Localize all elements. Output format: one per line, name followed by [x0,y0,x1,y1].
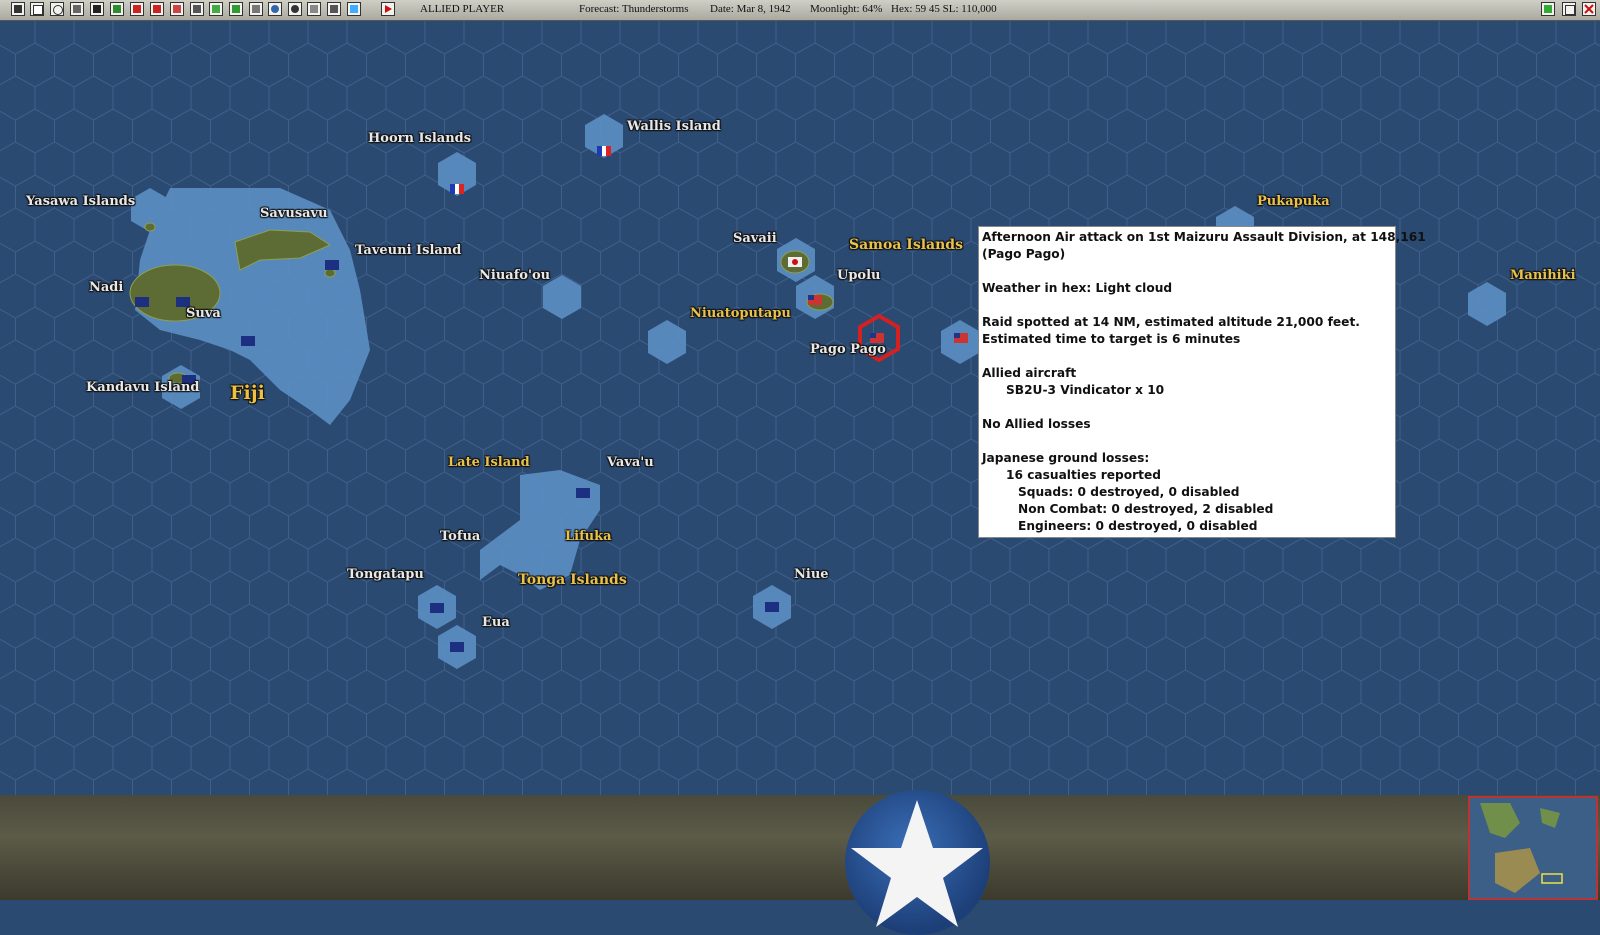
ships-icon[interactable] [70,2,84,16]
chart-icon[interactable] [229,2,243,16]
map-label-nadi: Nadi [89,280,124,295]
map-label-upolu: Upolu [837,268,881,283]
map-label-tongatapu: Tongatapu [347,567,424,582]
map-label-kandavu: Kandavu Island [86,380,200,395]
report-weather: Weather in hex: Light cloud [982,281,1173,295]
report-engineers: Engineers: 0 destroyed, 0 disabled [1018,519,1258,533]
map-label-savusavu: Savusavu [260,206,328,221]
map-label-suva: Suva [186,306,221,321]
map-label-savaii: Savaii [733,231,777,246]
report-raid-eta: Estimated time to target is 6 minutes [982,332,1241,346]
hex-info-label: Hex: 59 45 SL: 110,000 [891,3,997,15]
ground-icon[interactable] [190,2,204,16]
window-icon[interactable] [347,2,361,16]
map-label-yasawa: Yasawa Islands [26,194,136,209]
map-label-wallis: Wallis Island [627,119,721,134]
star-icon[interactable] [110,2,124,16]
intel-icon[interactable] [50,2,64,16]
close-icon[interactable] [1582,2,1596,16]
map-label-niue: Niue [794,567,829,582]
combat-report-popup[interactable]: Afternoon Air attack on 1st Maizuru Assa… [978,226,1426,538]
minimap-viewport [1541,873,1563,884]
report-squads: Squads: 0 destroyed, 0 disabled [1018,485,1240,499]
map-label-pukapuka: Pukapuka [1257,194,1330,209]
info-icon[interactable] [90,2,104,16]
list-icon[interactable] [327,2,341,16]
map-label-manihiki: Manihiki [1510,268,1576,283]
player-label: ALLIED PLAYER [420,3,505,15]
moonlight-label: Moonlight: 64% [810,3,883,15]
map-label-lifuka: Lifuka [565,529,612,544]
report-title: Afternoon Air attack on 1st Maizuru Assa… [982,230,1426,244]
report-jp-header: Japanese ground losses: [982,451,1150,465]
map-label-late: Late Island [448,455,530,470]
report-allied-header: Allied aircraft [982,366,1077,380]
report-location: (Pago Pago) [982,247,1066,261]
c-icon[interactable] [1562,2,1576,16]
map-label-fiji: Fiji [230,382,265,404]
bookmark-icon[interactable] [1541,2,1555,16]
report-allied-aircraft: SB2U-3 Vindicator x 10 [1006,383,1165,397]
convoy-icon[interactable] [209,2,223,16]
map-label-eua: Eua [482,615,510,630]
date-label: Date: Mar 8, 1942 [710,3,791,15]
map-label-vavau: Vava'u [607,455,654,470]
report-jp-casualties: 16 casualties reported [1006,468,1161,482]
end-turn-icon[interactable] [11,2,25,16]
play-icon[interactable] [381,2,395,16]
report-allied-losses: No Allied losses [982,417,1091,431]
base-icon[interactable] [150,2,164,16]
ob-icon[interactable] [307,2,321,16]
globe-icon[interactable] [268,2,282,16]
map-label-niuatoputapu: Niuatoputapu [690,306,791,321]
air-icon[interactable] [130,2,144,16]
map-label-taveuni: Taveuni Island [355,243,462,258]
forecast-label: Forecast: Thunderstorms [579,3,689,15]
report-noncombat: Non Combat: 0 destroyed, 2 disabled [1018,502,1274,516]
production-icon[interactable] [249,2,263,16]
map-label-samoa: Samoa Islands [849,237,963,253]
flag-icon[interactable] [170,2,184,16]
map-label-hoorn: Hoorn Islands [368,131,472,146]
map-label-tofua: Tofua [440,529,481,544]
bottom-panel [0,795,1600,900]
report-raid-spotted: Raid spotted at 14 NM, estimated altitud… [982,315,1360,329]
report-icon[interactable] [30,2,44,16]
map-label-pago-pago: Pago Pago [810,342,886,357]
map-label-niuafoou: Niuafo'ou [479,268,551,283]
minimap[interactable] [1468,796,1598,900]
map-label-tonga: Tonga Islands [518,572,627,588]
top-toolbar: ALLIED PLAYER Forecast: Thunderstorms Da… [0,0,1600,21]
settings-icon[interactable] [288,2,302,16]
allied-star-roundel-icon [845,790,990,935]
